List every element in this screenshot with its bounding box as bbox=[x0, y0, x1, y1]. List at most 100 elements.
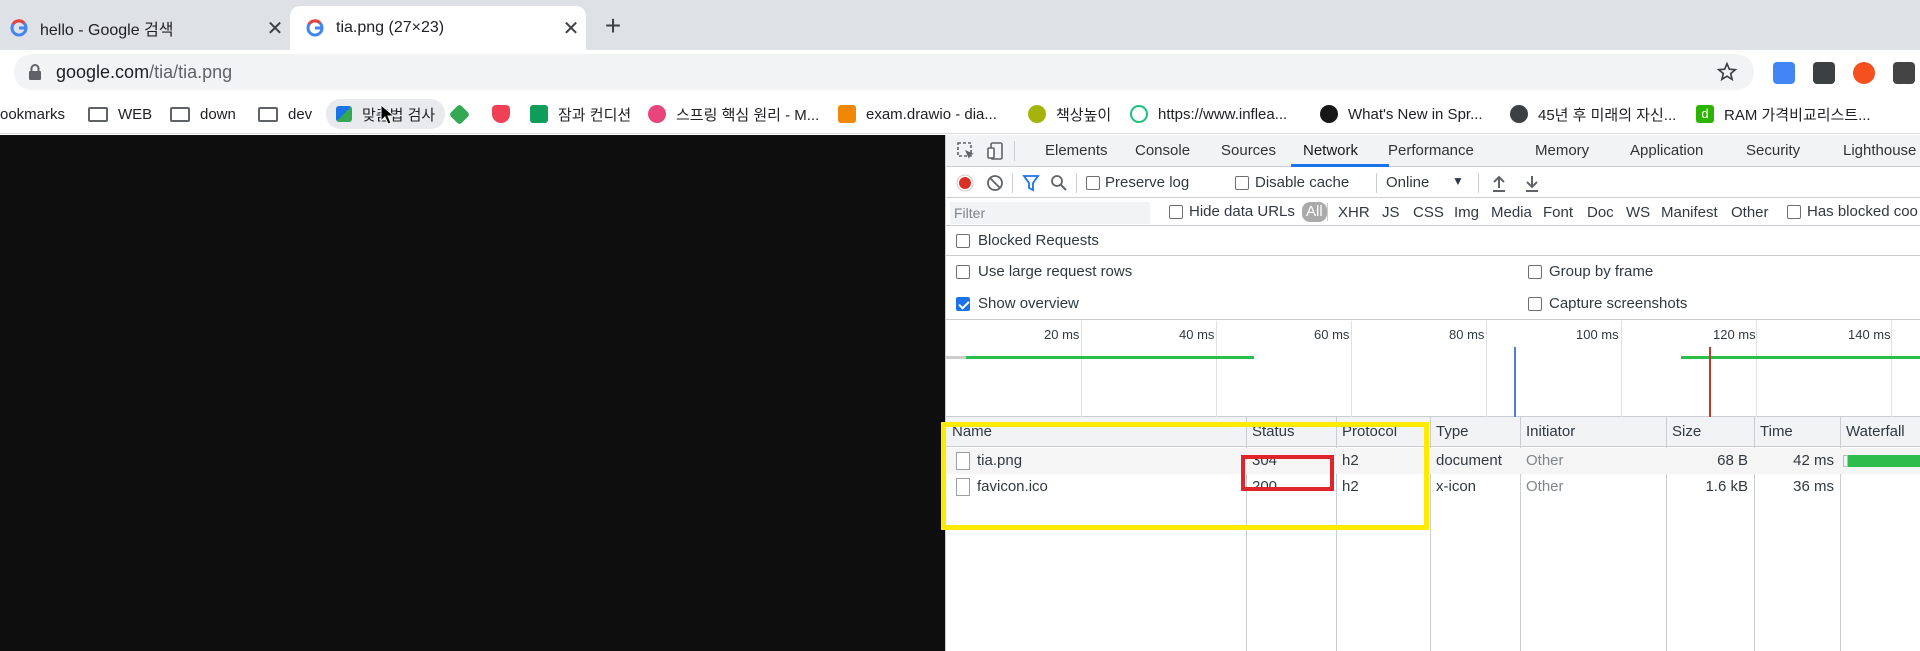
device-toolbar-icon[interactable] bbox=[986, 141, 1006, 161]
blocked-requests-checkbox[interactable] bbox=[956, 234, 970, 248]
bookmark-drawio[interactable]: exam.drawio - dia... bbox=[838, 102, 997, 126]
lock-icon[interactable] bbox=[28, 64, 42, 80]
tab-strip: hello - Google 검색 ✕ tia.png (27×23) ✕ + bbox=[0, 0, 1920, 50]
tick-label: 60 ms bbox=[1314, 327, 1350, 342]
d-icon: d bbox=[1696, 105, 1714, 123]
desk-icon bbox=[1028, 105, 1046, 123]
tab-performance[interactable]: Performance bbox=[1388, 142, 1474, 159]
column-header-initiator[interactable]: Initiator bbox=[1520, 417, 1666, 447]
tab-lighthouse[interactable]: Lighthouse bbox=[1843, 142, 1916, 159]
close-icon[interactable]: ✕ bbox=[556, 16, 586, 41]
bookmark-inflearn[interactable]: https://www.inflea... bbox=[1130, 102, 1287, 126]
tab-sources[interactable]: Sources bbox=[1221, 142, 1276, 159]
tab-network[interactable]: Network bbox=[1303, 142, 1358, 159]
request-bar-tia bbox=[966, 356, 1254, 359]
filter-type-other[interactable]: Other bbox=[1731, 204, 1769, 221]
disable-cache-checkbox[interactable] bbox=[1235, 176, 1249, 190]
preserve-log-checkbox[interactable] bbox=[1086, 176, 1100, 190]
grid-line bbox=[1216, 321, 1217, 417]
filter-type-css[interactable]: CSS bbox=[1413, 204, 1444, 221]
google-icon bbox=[10, 19, 28, 37]
group-by-frame-checkbox[interactable] bbox=[1528, 265, 1542, 279]
dom-content-loaded-marker bbox=[1514, 347, 1516, 417]
export-har-icon[interactable] bbox=[1524, 174, 1540, 192]
column-header-size[interactable]: Size bbox=[1666, 417, 1754, 447]
tick-label: 40 ms bbox=[1179, 327, 1215, 342]
bookmark-label: RAM 가격비교리스트... bbox=[1724, 106, 1871, 124]
separator bbox=[1014, 141, 1015, 161]
filter-type-font[interactable]: Font bbox=[1543, 204, 1573, 221]
filter-type-ws[interactable]: WS bbox=[1626, 204, 1650, 221]
bookmark-label: 책상높이 bbox=[1056, 106, 1112, 124]
new-tab-button[interactable]: + bbox=[598, 12, 628, 42]
tab-elements[interactable]: Elements bbox=[1045, 142, 1108, 159]
request-bar-favicon bbox=[1681, 356, 1920, 359]
bookmark-ram-price[interactable]: d RAM 가격비교리스트... bbox=[1696, 102, 1871, 126]
tick-label: 20 ms bbox=[1044, 327, 1080, 342]
bookmarks-bar: ookmarks WEB down dev 맞춤법 검사 잠과 컨디션 스프링 … bbox=[0, 94, 1920, 134]
tab-tia-png[interactable]: tia.png (27×23) ✕ bbox=[290, 6, 586, 50]
filter-type-doc[interactable]: Doc bbox=[1587, 204, 1614, 221]
bookmark-star-icon[interactable] bbox=[1716, 61, 1738, 83]
filter-type-js[interactable]: JS bbox=[1382, 204, 1400, 221]
has-blocked-cookies-checkbox[interactable] bbox=[1787, 205, 1801, 219]
tab-google-search[interactable]: hello - Google 검색 ✕ bbox=[0, 6, 290, 50]
close-icon[interactable]: ✕ bbox=[260, 16, 290, 41]
bookmark-folder-dev[interactable]: dev bbox=[258, 102, 312, 126]
translate-extension-icon[interactable] bbox=[1773, 62, 1795, 84]
tab-memory[interactable]: Memory bbox=[1535, 142, 1589, 159]
filter-type-media[interactable]: Media bbox=[1491, 204, 1532, 221]
bookmark-spring-course[interactable]: 스프링 핵심 원리 - M... bbox=[648, 102, 819, 126]
throttling-select[interactable]: Online bbox=[1374, 174, 1429, 191]
tab-console[interactable]: Console bbox=[1135, 142, 1190, 159]
extension-icon[interactable] bbox=[1893, 62, 1915, 84]
search-icon[interactable] bbox=[1050, 174, 1068, 192]
group-by-frame-label: Group by frame bbox=[1549, 263, 1654, 280]
bookmark-whats-new[interactable]: What's New in Spr... bbox=[1320, 102, 1483, 126]
filter-type-xhr[interactable]: XHR bbox=[1338, 204, 1370, 221]
bookmark-folder-down[interactable]: down bbox=[170, 102, 236, 126]
url-path: /tia/tia.png bbox=[149, 61, 233, 82]
devtools-panel: Elements Console Sources Network Perform… bbox=[945, 135, 1920, 651]
tab-security[interactable]: Security bbox=[1746, 142, 1800, 159]
filter-input[interactable]: Filter bbox=[950, 202, 1150, 224]
chevron-down-icon[interactable]: ▼ bbox=[1452, 174, 1464, 188]
address-bar[interactable]: google.com/tia/tia.png bbox=[14, 54, 1754, 90]
filter-type-manifest[interactable]: Manifest bbox=[1661, 204, 1718, 221]
bookmark-all-bookmarks[interactable]: ookmarks bbox=[0, 102, 65, 126]
bookmark-label: WEB bbox=[118, 105, 153, 123]
bookmark-pocket[interactable] bbox=[492, 102, 520, 126]
column-header-type[interactable]: Type bbox=[1430, 417, 1520, 447]
bookmark-desk-height[interactable]: 책상높이 bbox=[1028, 102, 1111, 126]
import-har-icon[interactable] bbox=[1491, 174, 1507, 192]
filter-type-img[interactable]: Img bbox=[1454, 204, 1479, 221]
large-rows-checkbox[interactable] bbox=[956, 265, 970, 279]
filter-type-all[interactable]: All bbox=[1302, 202, 1327, 222]
blocked-requests-bar: Blocked Requests bbox=[946, 226, 1920, 256]
show-overview-checkbox[interactable] bbox=[956, 297, 970, 311]
google-icon bbox=[306, 19, 324, 37]
tab-title: tia.png (27×23) bbox=[336, 19, 445, 36]
filter-icon[interactable] bbox=[1022, 174, 1040, 192]
network-overview[interactable]: 20 ms 40 ms 60 ms 80 ms 100 ms 120 ms 14… bbox=[946, 321, 1920, 417]
bookmark-future-self[interactable]: 45년 후 미래의 자신... bbox=[1510, 102, 1676, 126]
column-header-time[interactable]: Time bbox=[1754, 417, 1840, 447]
tab-application[interactable]: Application bbox=[1630, 142, 1703, 159]
bookmark-label: 잠과 컨디션 bbox=[558, 106, 632, 124]
bookmark-label: ookmarks bbox=[0, 105, 66, 123]
browser-toolbar: google.com/tia/tia.png bbox=[0, 50, 1920, 94]
bookmark-green[interactable] bbox=[448, 102, 477, 126]
column-header-waterfall[interactable]: Waterfall bbox=[1840, 417, 1920, 447]
clear-icon[interactable] bbox=[986, 174, 1004, 192]
record-icon[interactable] bbox=[956, 174, 974, 192]
grid-line bbox=[1756, 321, 1757, 417]
extension-icon[interactable] bbox=[1853, 62, 1875, 84]
inspect-element-icon[interactable] bbox=[956, 141, 976, 161]
hide-data-urls-checkbox[interactable] bbox=[1169, 205, 1183, 219]
bookmark-folder-web[interactable]: WEB bbox=[88, 102, 152, 126]
bookmark-sleep-sheet[interactable]: 잠과 컨디션 bbox=[530, 102, 631, 126]
capture-screenshots-checkbox[interactable] bbox=[1528, 297, 1542, 311]
dictionary-extension-icon[interactable] bbox=[1813, 62, 1835, 84]
globe-icon bbox=[1510, 105, 1528, 123]
request-bar-queue bbox=[946, 356, 966, 359]
